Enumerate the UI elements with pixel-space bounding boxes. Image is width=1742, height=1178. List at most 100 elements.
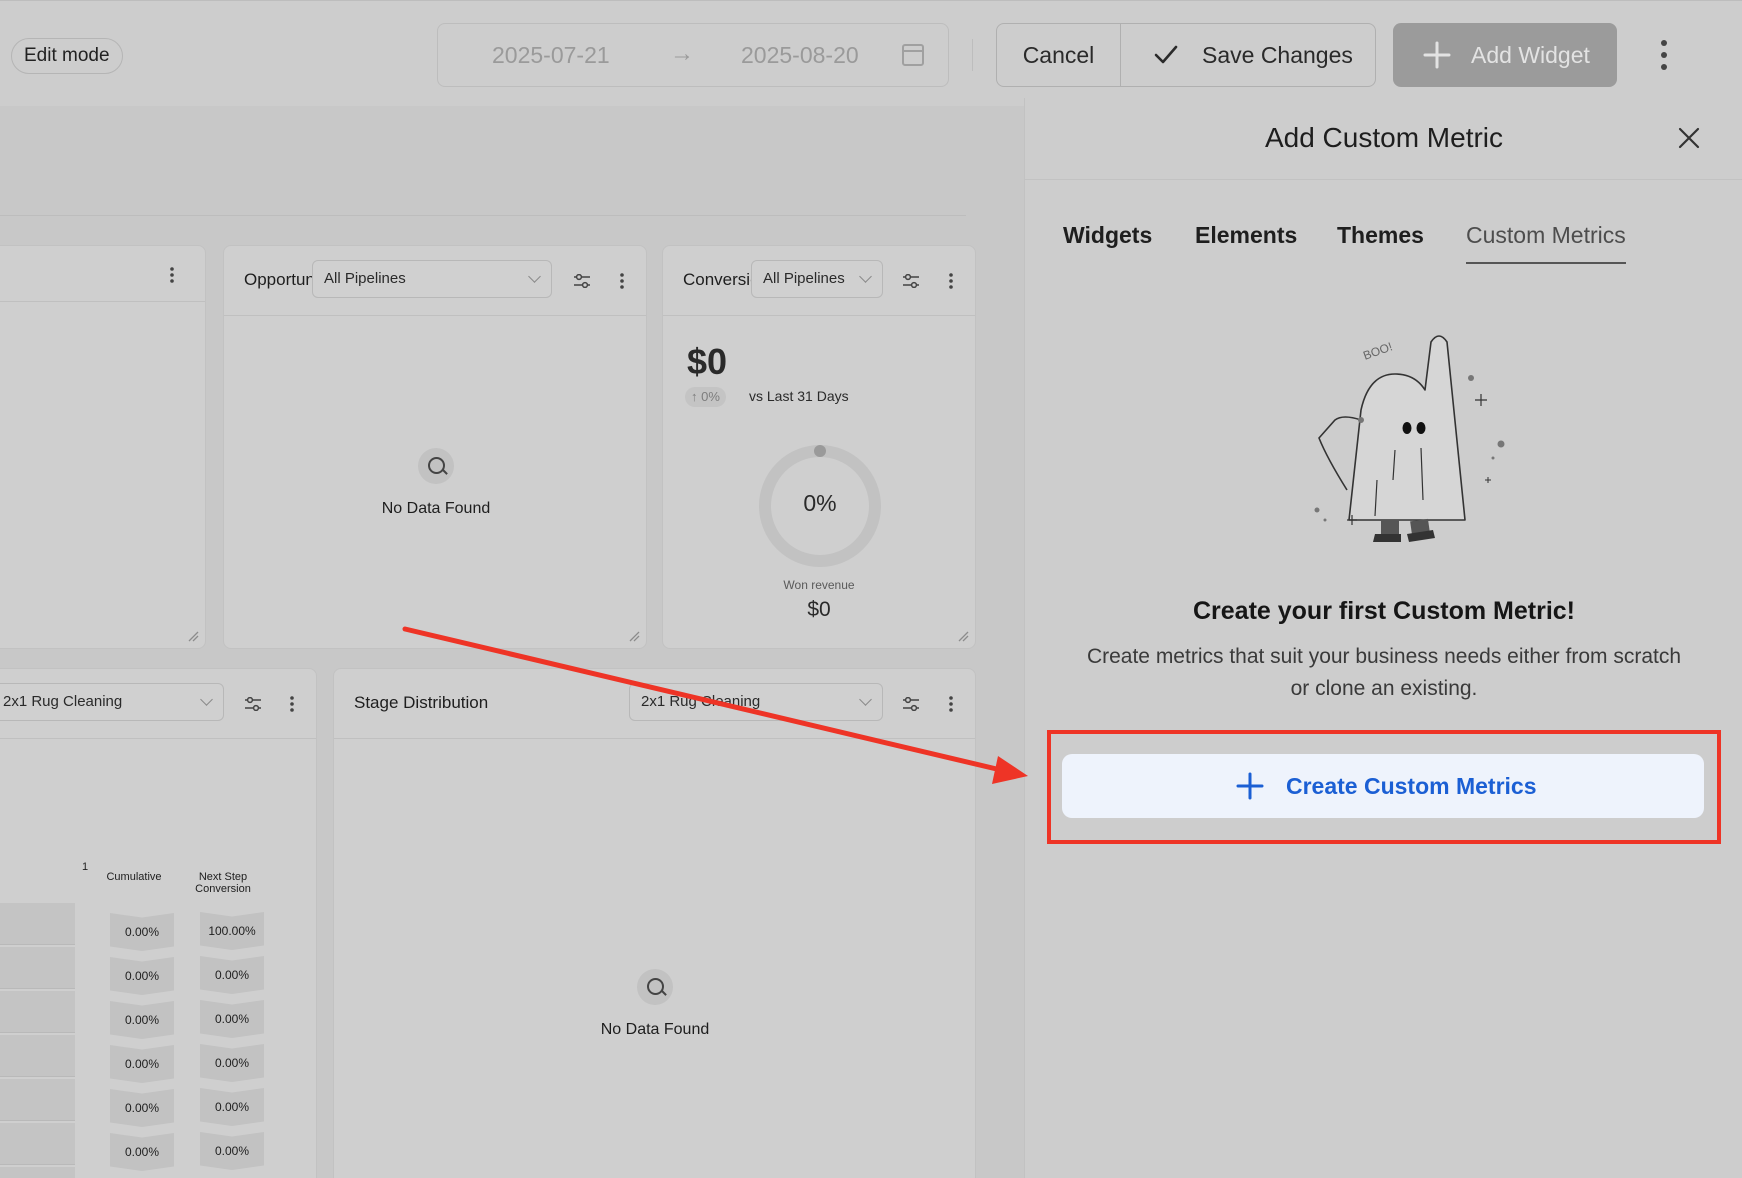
pipeline-select[interactable]: 2x1 Rug Cleaning <box>629 683 883 721</box>
resize-handle-icon[interactable] <box>187 630 199 642</box>
empty-state: No Data Found <box>336 448 536 518</box>
widget-card-conversion: Conversion All Pipelines $0 ↑ 0% vs Last… <box>662 245 976 649</box>
widget-header: Stage Distribution 2x1 Rug Cleaning <box>334 669 975 739</box>
comparison-period: vs Last 31 Days <box>749 388 849 404</box>
close-icon[interactable] <box>1678 127 1700 149</box>
next-step-cell: 0.00% <box>200 956 264 994</box>
filter-icon[interactable] <box>902 274 920 288</box>
cumulative-header: Cumulative <box>106 871 162 883</box>
panel-title: Add Custom Metric <box>1264 122 1504 153</box>
widget-header: Opportunities All Pipelines <box>224 246 646 316</box>
widget-menu-icon[interactable] <box>169 266 175 284</box>
pipeline-select-value: 2x1 Rug Cleaning <box>641 693 761 710</box>
widget-card-left <box>0 245 206 649</box>
cumulative-cell: 0.00% <box>110 1089 174 1127</box>
funnel-bar <box>0 1079 75 1121</box>
create-custom-metrics-label: Create Custom Metrics <box>1286 773 1537 799</box>
dashboard-canvas: Opportunities All Pipelines No Data Foun… <box>0 106 1024 1178</box>
add-widget-label: Add Widget <box>1471 42 1590 68</box>
chevron-down-icon <box>528 270 541 283</box>
funnel-tick-label: 1 <box>81 861 89 873</box>
pipeline-select[interactable]: All Pipelines <box>751 260 883 298</box>
widget-header: Conversion All Pipelines <box>663 246 975 316</box>
widget-card-funnel: 2x1 Rug Cleaning 1 Cumulative Next Step … <box>0 668 317 1178</box>
empty-state-text: No Data Found <box>600 1021 710 1038</box>
search-icon <box>418 448 454 484</box>
date-start[interactable]: 2025-07-21 <box>492 42 610 69</box>
tab-elements[interactable]: Elements <box>1195 222 1297 249</box>
next-step-cell: 100.00% <box>200 912 264 950</box>
empty-state-description: Create metrics that suit your business n… <box>1086 645 1682 700</box>
next-step-cell: 0.00% <box>200 1000 264 1038</box>
widget-title: Stage Distribution <box>354 693 489 712</box>
cumulative-cell: 0.00% <box>110 913 174 951</box>
pipeline-select-value: All Pipelines <box>324 270 406 287</box>
widget-header: 2x1 Rug Cleaning <box>0 669 316 739</box>
date-range-picker[interactable]: 2025-07-21 → 2025-08-20 <box>437 23 949 87</box>
conversion-rate: 0% <box>803 490 837 516</box>
cumulative-cell: 0.00% <box>110 1133 174 1171</box>
tab-custom-metrics[interactable]: Custom Metrics <box>1466 222 1626 264</box>
date-end[interactable]: 2025-08-20 <box>741 42 859 69</box>
widget-menu-icon[interactable] <box>948 695 954 713</box>
tab-themes[interactable]: Themes <box>1337 222 1424 249</box>
widget-menu-icon[interactable] <box>289 695 295 713</box>
next-step-cell: 0.00% <box>200 1088 264 1126</box>
save-changes-button[interactable]: Save Changes <box>1121 24 1375 86</box>
chevron-down-icon <box>859 270 872 283</box>
more-options-icon[interactable] <box>1657 37 1671 73</box>
filter-icon[interactable] <box>244 697 262 711</box>
save-changes-label: Save Changes <box>1202 42 1353 68</box>
dashboard-divider <box>0 215 966 216</box>
filter-icon[interactable] <box>902 697 920 711</box>
widget-menu-icon[interactable] <box>948 272 954 290</box>
funnel-bar <box>0 903 75 945</box>
widget-header <box>0 246 205 302</box>
panel-header: Add Custom Metric <box>1025 98 1742 180</box>
cancel-button[interactable]: Cancel <box>997 24 1121 86</box>
empty-state-title: Create your first Custom Metric! <box>1192 597 1576 625</box>
add-custom-metric-panel: Add Custom Metric Widgets Elements Theme… <box>1024 98 1742 1178</box>
ghost-illustration-icon: BOO! <box>1314 335 1505 542</box>
conversion-amount: $0 <box>687 341 728 382</box>
plus-icon <box>1423 41 1451 69</box>
funnel-bar <box>0 991 75 1033</box>
next-step-cell: 0.00% <box>200 1132 264 1170</box>
chevron-down-icon <box>200 693 213 706</box>
pipeline-select-value: 2x1 Rug Cleaning <box>3 693 123 710</box>
widget-card-stage-distribution: Stage Distribution 2x1 Rug Cleaning No D… <box>333 668 976 1178</box>
cumulative-cell: 0.00% <box>110 957 174 995</box>
pipeline-select[interactable]: All Pipelines <box>312 260 552 298</box>
resize-handle-icon[interactable] <box>628 630 640 642</box>
trend-badge: ↑ 0% <box>685 387 726 407</box>
empty-state: No Data Found <box>555 969 755 1039</box>
calendar-icon[interactable] <box>902 44 924 66</box>
tab-widgets[interactable]: Widgets <box>1063 222 1152 249</box>
add-widget-button[interactable]: Add Widget <box>1393 23 1617 87</box>
toolbar-divider <box>972 39 973 71</box>
won-revenue-label: Won revenue <box>783 578 855 592</box>
funnel-bar <box>0 1123 75 1165</box>
resize-handle-icon[interactable] <box>957 630 969 642</box>
pipeline-select[interactable]: 2x1 Rug Cleaning <box>0 683 224 721</box>
top-toolbar: Edit mode 2025-07-21 → 2025-08-20 Cancel… <box>0 0 1742 106</box>
filter-icon[interactable] <box>573 274 591 288</box>
edit-actions: Cancel Save Changes <box>996 23 1376 87</box>
next-step-cell: 0.00% <box>200 1044 264 1082</box>
funnel-bar <box>0 1035 75 1077</box>
won-revenue-value: $0 <box>807 598 831 621</box>
create-custom-metrics-button[interactable]: Create Custom Metrics <box>1062 754 1704 818</box>
widget-title: Conversion <box>683 270 755 289</box>
check-icon <box>1154 45 1178 64</box>
search-icon <box>637 969 673 1005</box>
chevron-down-icon <box>859 693 872 706</box>
arrow-right-icon: → <box>670 40 694 67</box>
funnel-bar <box>0 1167 75 1178</box>
pipeline-select-value: All Pipelines <box>763 270 845 287</box>
widget-card-opportunities: Opportunities All Pipelines No Data Foun… <box>223 245 647 649</box>
edit-mode-badge: Edit mode <box>11 38 123 74</box>
cumulative-cell: 0.00% <box>110 1001 174 1039</box>
cumulative-cell: 0.00% <box>110 1045 174 1083</box>
widget-menu-icon[interactable] <box>619 272 625 290</box>
funnel-bar <box>0 947 75 989</box>
